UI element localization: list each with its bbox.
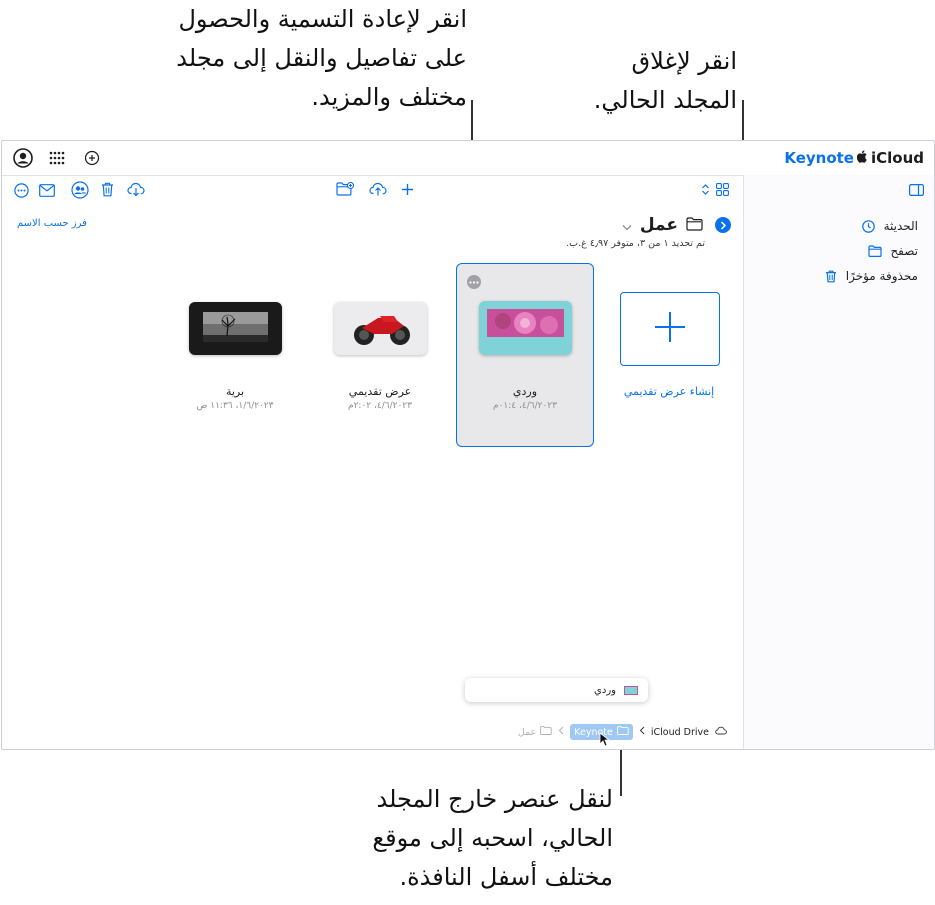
folder-header: عمل [622, 215, 731, 235]
close-folder-callout: انقر لإغلاق المجلد الحالي. [594, 42, 737, 120]
upload-icon[interactable] [368, 180, 388, 198]
account-icon[interactable] [12, 147, 34, 169]
callout-line: انقر لإغلاق [631, 47, 737, 75]
trash-icon [824, 269, 838, 283]
tile-date: ١/٦/٢٠٢٣، ١١:٣٦ ص [196, 401, 274, 411]
sidebar-item-label: محذوفة مؤخرًا [845, 269, 918, 283]
chevron-left-icon [558, 726, 564, 738]
apple-logo-icon [856, 149, 868, 167]
sort-order-icon[interactable] [699, 181, 711, 197]
path-current-label: عمل [517, 726, 537, 738]
tile-caption: وردي ٤/٦/٢٠٢٣، ٠١:٤م [457, 385, 593, 411]
new-folder-icon[interactable] [335, 180, 355, 198]
app-title: Keynote iCloud [784, 149, 924, 167]
mail-icon[interactable] [38, 181, 56, 199]
path-bar: iCloud Drive Keynote عمل [518, 724, 727, 740]
collaborate-icon[interactable] [70, 180, 90, 200]
motorcycle-thumbnail [334, 302, 427, 355]
callout-line: الحالي، اسحبه إلى موقع [372, 824, 613, 852]
cloud-icon [715, 726, 727, 738]
tile-name: برية [225, 385, 245, 398]
drag-label: وردي [594, 684, 616, 696]
clock-icon [862, 219, 876, 233]
main-content: عمل تم تحديد ١ من ٣، متوفر ٤٫٩٧ غ.ب. فرز… [2, 175, 743, 749]
close-folder-button[interactable] [715, 217, 731, 233]
sidebar-item-recents[interactable]: الحديثة [862, 219, 918, 233]
sidebar-item-browse[interactable]: تصفح [868, 244, 918, 258]
drag-preview: وردي [465, 678, 648, 702]
create-presentation-label[interactable]: إنشاء عرض تقديمي [598, 385, 740, 398]
callout-line: على تفاصيل والنقل إلى مجلد [176, 44, 467, 72]
presentation-tile[interactable]: عرض تقديمي ٤/٦/٢٠٢٣، ٢:٠٢م [312, 275, 448, 425]
tile-date: ٤/٦/٢٠٢٣، ٢:٠٢م [348, 401, 412, 411]
selected-tile[interactable]: وردي ٤/٦/٢٠٢٣، ٠١:٤م [456, 263, 594, 447]
chevron-left-icon [639, 726, 645, 738]
move-item-callout: لنقل عنصر خارج المجلد الحالي، اسحبه إلى … [372, 780, 613, 897]
create-presentation-caption: إنشاء عرض تقديمي [598, 385, 740, 398]
folder-icon [868, 244, 883, 258]
folder-status: تم تحديد ١ من ٣، متوفر ٤٫٩٧ غ.ب. [566, 238, 705, 249]
delete-icon[interactable] [99, 180, 115, 198]
pink-thumbnail [479, 301, 572, 355]
sort-by-name-button[interactable]: فرز حسب الاسم [17, 218, 87, 229]
more-options-icon[interactable] [467, 275, 481, 289]
grid-view-icon[interactable] [714, 181, 730, 197]
callout-line: مختلف أسفل النافذة. [399, 863, 613, 891]
sidebar-item-label: تصفح [890, 244, 918, 258]
folder-icon [617, 726, 629, 738]
brand-name: iCloud [870, 149, 924, 167]
more-options-icon[interactable] [12, 181, 30, 199]
download-icon[interactable] [126, 180, 146, 198]
add-icon[interactable] [398, 180, 416, 198]
sidebar-toggle-icon[interactable] [908, 183, 924, 197]
path-root[interactable]: iCloud Drive [651, 727, 709, 738]
path-current[interactable]: عمل [518, 726, 552, 738]
plus-icon [653, 310, 687, 348]
sidebar-item-recently-deleted[interactable]: محذوفة مؤخرًا [824, 269, 918, 283]
keynote-window: Keynote iCloud الحديثة تصفح محذوفة مؤخرً… [1, 140, 935, 750]
tile-date: ٤/٦/٢٠٢٣، ٠١:٤م [493, 401, 557, 411]
tree-thumbnail [189, 302, 282, 355]
add-circle-icon[interactable] [83, 149, 101, 167]
create-presentation-tile[interactable] [620, 292, 720, 366]
tile-name: عرض تقديمي [348, 385, 412, 398]
rename-callout: انقر لإعادة التسمية والحصول على تفاصيل و… [176, 0, 467, 117]
chevron-down-icon[interactable] [622, 216, 632, 235]
callout-line: انقر لإعادة التسمية والحصول [178, 5, 467, 33]
tile-caption: عرض تقديمي ٤/٦/٢٠٢٣، ٢:٠٢م [312, 385, 448, 411]
sidebar: الحديثة تصفح محذوفة مؤخرًا [743, 175, 934, 749]
presentation-tile[interactable]: برية ١/٦/٢٠٢٣، ١١:٣٦ ص [167, 275, 303, 425]
callout-line: مختلف والمزيد. [311, 83, 467, 111]
top-bar: Keynote iCloud [2, 141, 934, 176]
sidebar-item-label: الحديثة [883, 219, 918, 233]
app-grid-icon[interactable] [48, 149, 66, 167]
cursor-icon [599, 732, 611, 751]
tile-name: وردي [512, 385, 538, 398]
folder-icon [686, 216, 703, 235]
app-name: Keynote [784, 149, 854, 167]
folder-title[interactable]: عمل [640, 215, 678, 235]
tile-caption: برية ١/٦/٢٠٢٣، ١١:٣٦ ص [167, 385, 303, 411]
file-thumbnail-icon [624, 685, 638, 695]
callout-line: المجلد الحالي. [593, 86, 737, 114]
folder-icon [540, 726, 552, 738]
callout-line: لنقل عنصر خارج المجلد [376, 785, 614, 813]
